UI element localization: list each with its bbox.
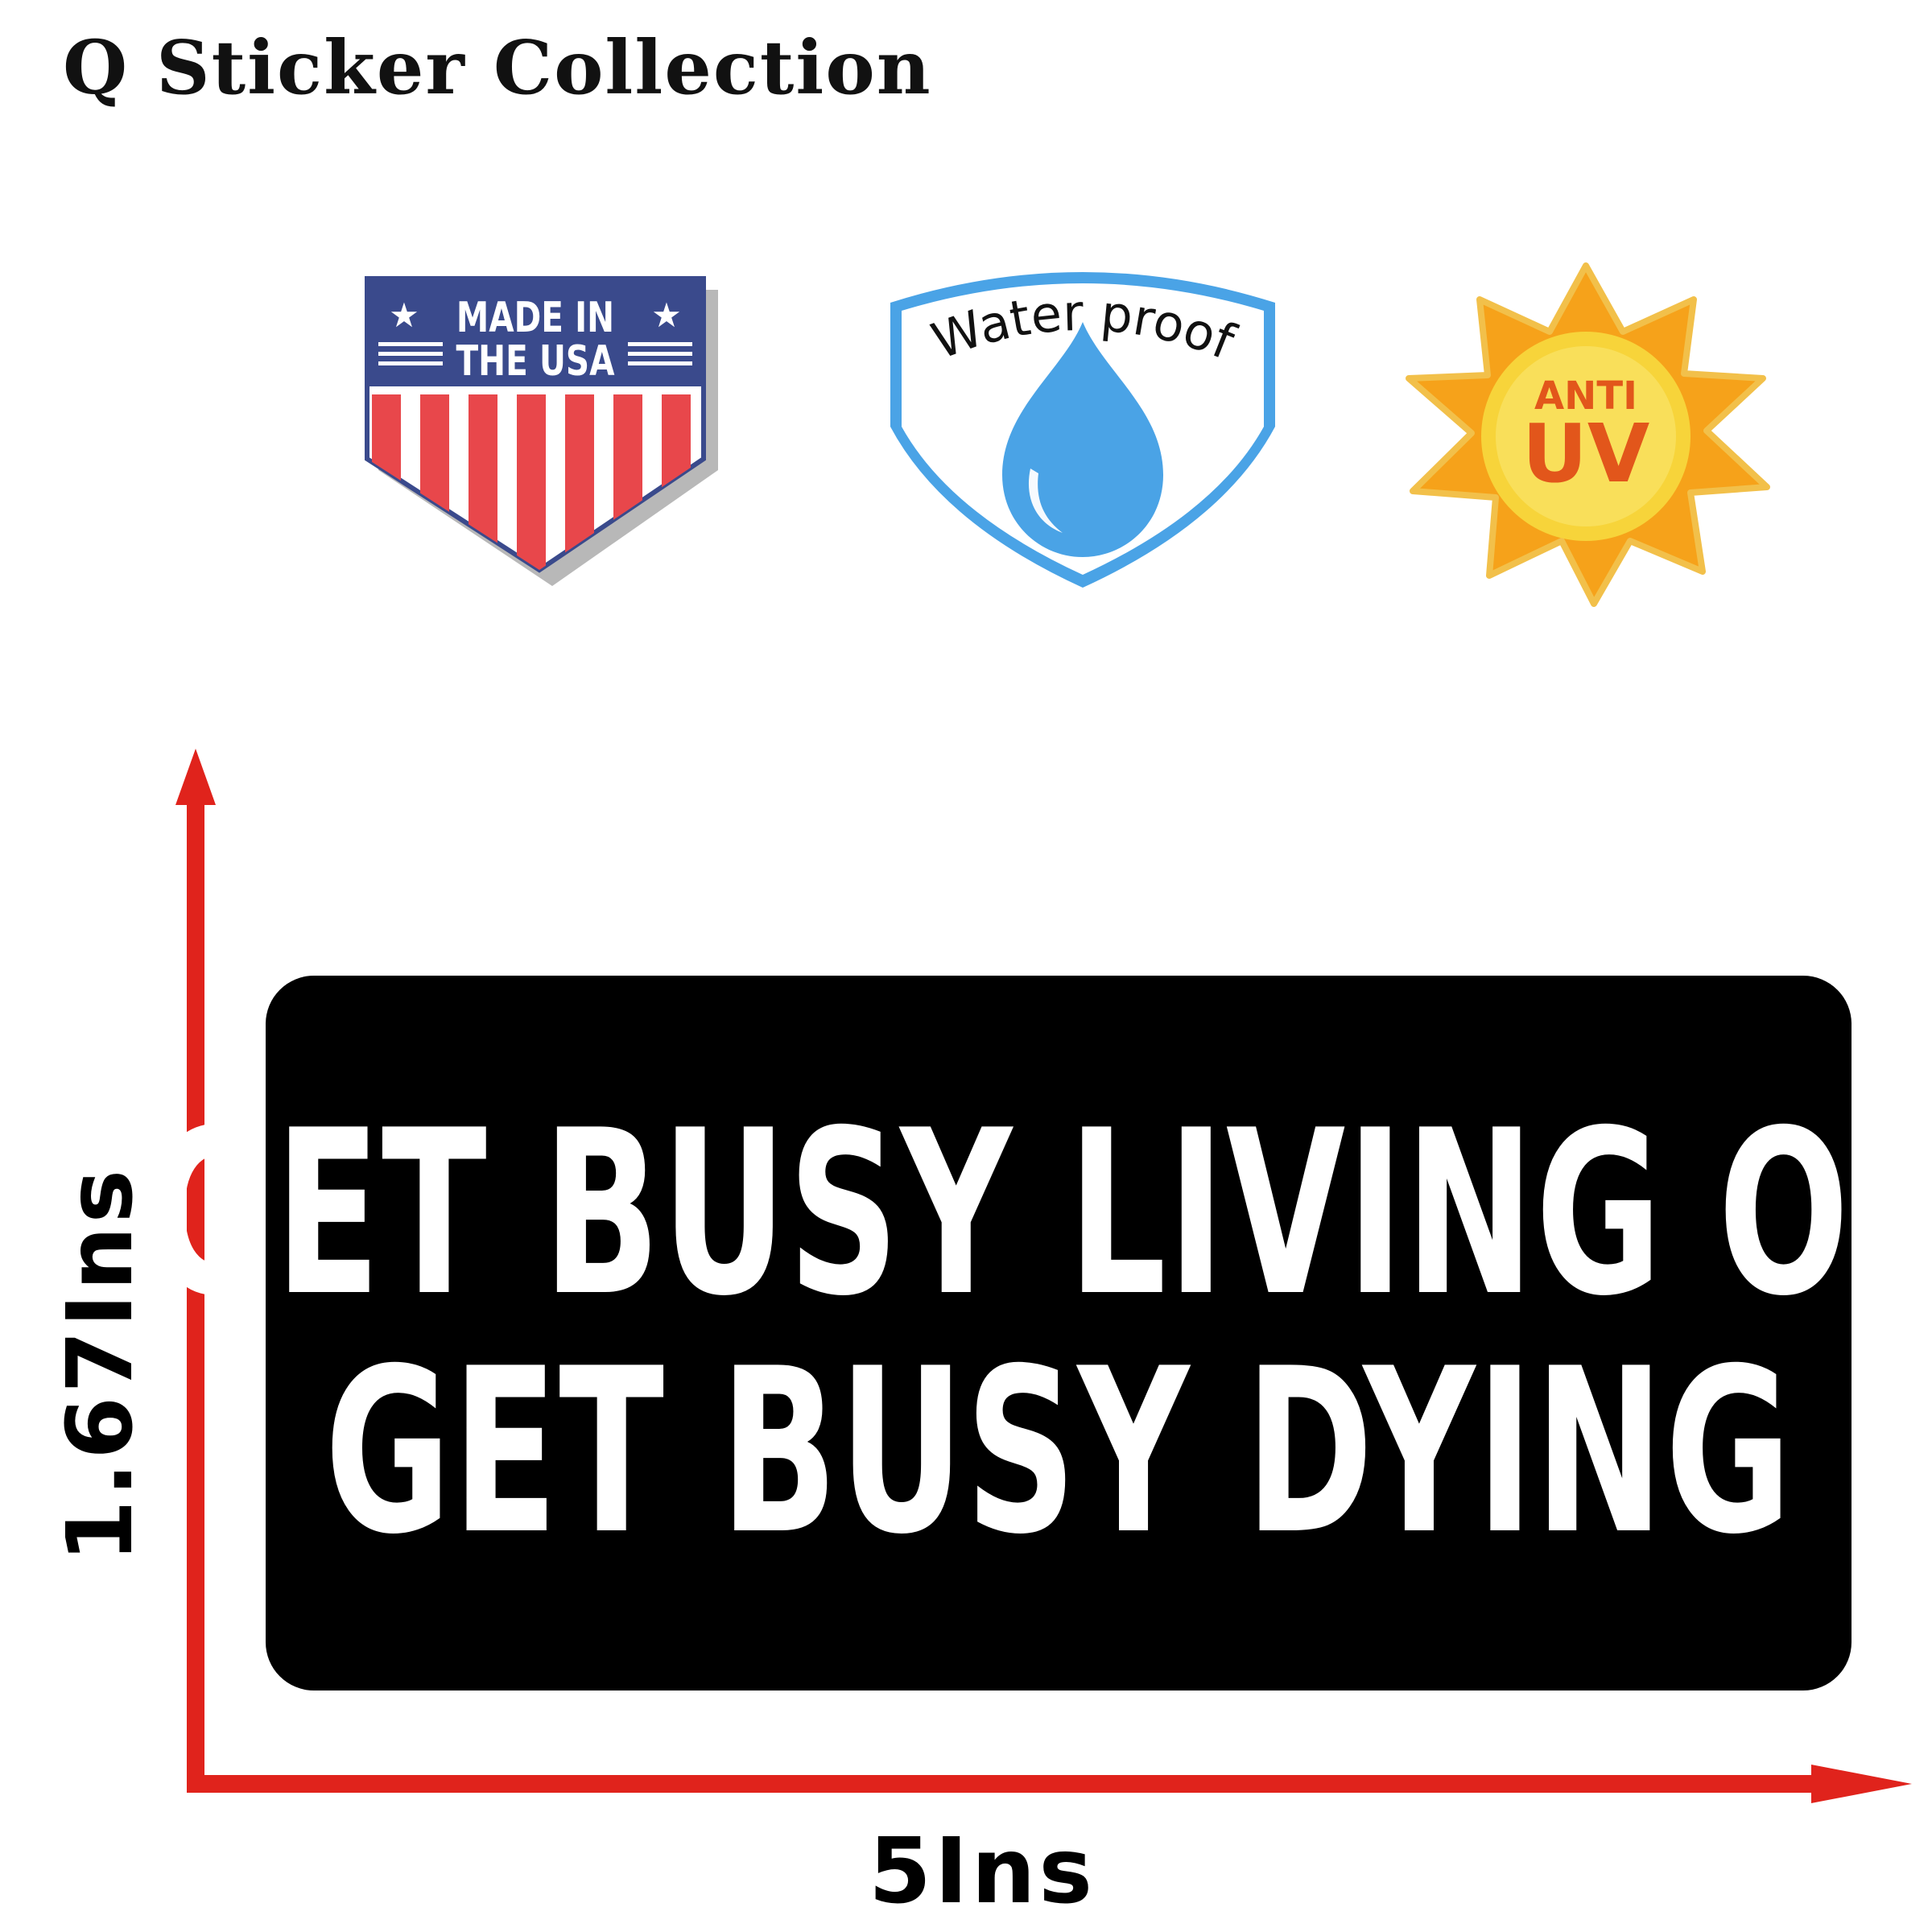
height-dimension-label: 1.67Ins	[48, 1166, 153, 1563]
sticker-preview: GET BUSY LIVING OR GET BUSY DYING	[147, 976, 1932, 1690]
width-dimension-label: 5Ins	[869, 1819, 1096, 1924]
width-arrow-shaft	[187, 1775, 1829, 1793]
width-arrow-head-icon	[1811, 1765, 1912, 1803]
sticker-text-line-1: GET BUSY LIVING OR	[147, 1080, 1932, 1346]
sticker-text-line-2: GET BUSY DYING	[324, 1319, 1793, 1584]
height-arrow-head-icon	[175, 749, 216, 805]
